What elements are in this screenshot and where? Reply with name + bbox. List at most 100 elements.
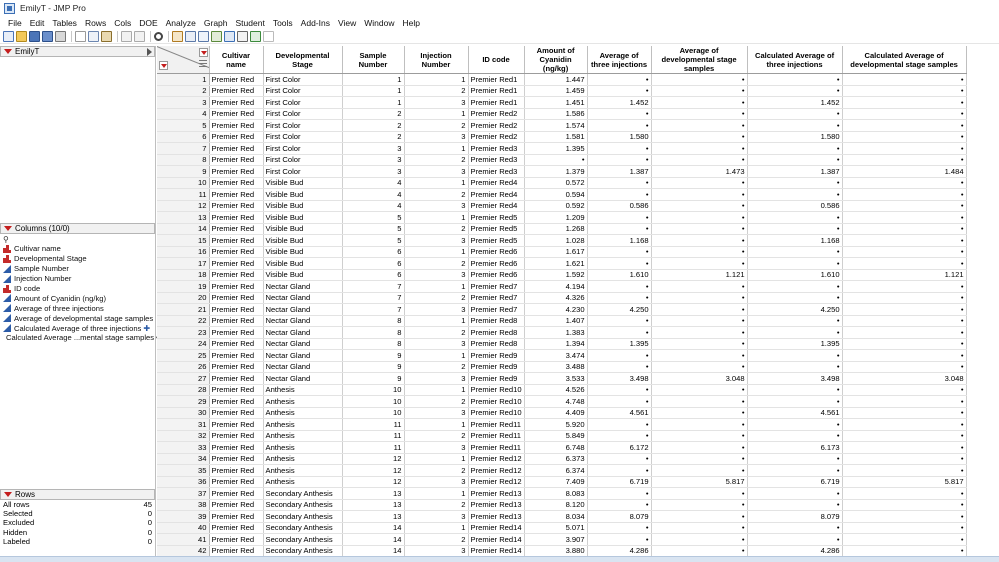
table-cell[interactable]: 7 [342,292,405,304]
table-cell[interactable]: Premier Red [209,464,264,477]
menu-file[interactable]: File [4,18,26,28]
table-cell[interactable]: 1.168 [587,234,652,247]
table-cell[interactable]: Secondary Anthesis [263,533,343,546]
row-number[interactable]: 4 [157,108,210,120]
table-cell[interactable]: 1.581 [524,131,588,143]
table-cell[interactable]: • [587,177,652,189]
table-row[interactable]: 14 Premier Red Visible Bud 5 2 Premier Red5 1.… [157,223,967,235]
table-cell[interactable]: • [587,315,652,327]
table-cell[interactable]: 4.250 [587,303,652,316]
table-cell[interactable]: • [587,85,652,97]
table-cell[interactable]: • [747,315,843,327]
pen-icon[interactable] [263,30,274,42]
table-cell[interactable]: Premier Red9 [468,372,525,385]
table-cell[interactable]: 5.071 [524,522,588,534]
table-cell[interactable]: • [747,499,843,511]
table-cell[interactable]: 1 [404,246,469,258]
table-cell[interactable]: 2 [404,499,469,511]
table-cell[interactable]: • [747,395,843,408]
menu-view[interactable]: View [334,18,360,28]
table-cell[interactable]: Anthesis [263,395,343,408]
table-cell[interactable]: Premier Red3 [468,154,525,166]
table-cell[interactable]: Premier Red9 [468,361,525,373]
table-cell[interactable]: 3 [404,200,469,212]
table-cell[interactable]: • [842,211,967,224]
table-cell[interactable]: Nectar Gland [263,315,343,327]
table-cell[interactable]: • [747,384,843,396]
menu-analyze[interactable]: Analyze [162,18,200,28]
table-cell[interactable]: Premier Red14 [468,545,525,557]
table-cell[interactable]: 2 [342,108,405,120]
table-cell[interactable]: • [842,85,967,97]
table-cell[interactable]: 2 [404,154,469,166]
table-cell[interactable]: • [842,73,967,86]
table-cell[interactable]: Premier Red [209,441,264,454]
table-cell[interactable]: • [651,453,748,465]
table-row[interactable]: 19 Premier Red Nectar Gland 7 1 Premier Red7 4… [157,280,967,293]
table-cell[interactable]: • [651,326,748,339]
table-row[interactable]: 41 Premier Red Secondary Anthesis 14 2 Premie… [157,533,967,546]
table-cell[interactable]: Premier Red13 [468,487,525,500]
table-cell[interactable]: • [651,119,748,132]
menu-window[interactable]: Window [360,18,398,28]
row-number[interactable]: 19 [157,280,210,293]
table-cell[interactable]: 1 [404,280,469,293]
table-cell[interactable]: 1.473 [651,165,748,178]
table-cell[interactable]: Premier Red7 [468,292,525,304]
table-cell[interactable]: Premier Red [209,85,264,97]
table-cell[interactable]: • [587,292,652,304]
table-cell[interactable]: Premier Red12 [468,464,525,477]
table-cell[interactable]: • [587,349,652,362]
table-cell[interactable]: • [587,280,652,293]
table-cell[interactable]: 1.621 [524,257,588,270]
table-cell[interactable]: Premier Red2 [468,119,525,132]
table-cell[interactable]: Premier Red5 [468,234,525,247]
table-cell[interactable]: 2 [404,119,469,132]
table-cell[interactable]: 3 [404,407,469,419]
menu-cols[interactable]: Cols [110,18,135,28]
table-cell[interactable]: First Color [263,142,343,155]
table-cell[interactable]: 1.168 [747,234,843,247]
table-cell[interactable]: • [587,257,652,270]
table-cell[interactable]: 4.561 [587,407,652,419]
table-cell[interactable]: 1.586 [524,108,588,120]
table-cell[interactable]: Premier Red6 [468,246,525,258]
table-row[interactable]: 35 Premier Red Anthesis 12 2 Premier Red12 6.3… [157,464,967,477]
table-cell[interactable]: • [651,131,748,143]
table-cell[interactable]: 1.121 [651,269,748,281]
table-cell[interactable]: • [747,361,843,373]
row-number[interactable]: 26 [157,361,210,373]
table-cell[interactable]: 3.048 [842,372,967,385]
table-cell[interactable]: 8 [342,315,405,327]
table-cell[interactable]: • [747,85,843,97]
table-cell[interactable]: • [587,430,652,442]
table-cell[interactable]: 3 [404,441,469,454]
table-cell[interactable]: • [747,280,843,293]
table-cell[interactable]: Premier Red [209,533,264,546]
table-row[interactable]: 33 Premier Red Anthesis 11 3 Premier Red11 6.7… [157,441,967,454]
table-cell[interactable]: 3 [404,303,469,316]
table-row[interactable]: 36 Premier Red Anthesis 12 3 Premier Red12 7.4… [157,476,967,488]
table-cell[interactable]: Premier Red [209,430,264,442]
table-cell[interactable]: 8.120 [524,499,588,511]
table-cell[interactable]: 13 [342,487,405,500]
table-cell[interactable]: 3.533 [524,372,588,385]
table-cell[interactable]: 1.452 [587,96,652,109]
table-cell[interactable]: 1 [404,108,469,120]
table-cell[interactable]: Secondary Anthesis [263,499,343,511]
menu-help[interactable]: Help [398,18,423,28]
table-cell[interactable]: 2 [404,361,469,373]
table-cell[interactable]: 0.594 [524,188,588,201]
row-number[interactable]: 2 [157,85,210,97]
table-cell[interactable]: 1.383 [524,326,588,339]
table-row[interactable]: 26 Premier Red Nectar Gland 9 2 Premier Red9 3… [157,361,967,373]
table-cell[interactable]: • [842,223,967,235]
table-cell[interactable]: • [651,464,748,477]
open-icon[interactable] [16,30,27,42]
table-cell[interactable]: 3 [404,510,469,523]
table-cell[interactable]: Visible Bud [263,211,343,224]
table-cell[interactable]: • [651,280,748,293]
table-cell[interactable]: Premier Red [209,349,264,362]
table-cell[interactable]: Premier Red4 [468,188,525,201]
table-cell[interactable]: 4.194 [524,280,588,293]
